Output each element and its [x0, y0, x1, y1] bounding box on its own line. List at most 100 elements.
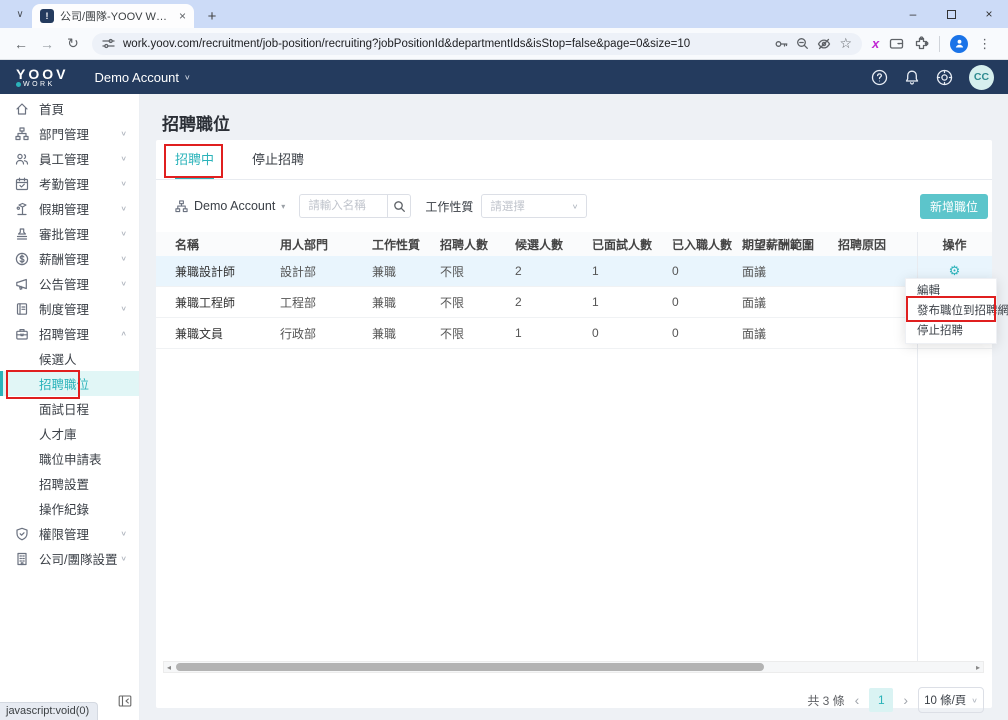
browser-tab[interactable]: ! 公司/團隊-YOOV WORK 企業… ×: [32, 4, 194, 28]
yoov-work-logo[interactable]: YOOV WORK: [16, 67, 68, 88]
cell-interviewed: 1: [592, 264, 672, 278]
sidebar-item-label: 公司/團隊設置: [39, 549, 117, 568]
back-button[interactable]: ←: [8, 36, 34, 52]
reload-button[interactable]: ↻: [60, 35, 86, 52]
sidebar-item-talent-pool[interactable]: 人才庫: [0, 421, 139, 446]
horizontal-scrollbar[interactable]: ◂ ▸: [163, 661, 984, 673]
window-minimize-button[interactable]: –: [894, 0, 932, 28]
pagination: 共 3 條 ‹ 1 › 10 條/頁 ∨: [807, 687, 984, 713]
job-type-label: 工作性質: [425, 198, 473, 215]
sidebar-item-attendance[interactable]: 考勤管理 ∨: [0, 171, 139, 196]
table-row[interactable]: 兼職設計師 設計部 兼職 不限 2 1 0 面議 ⚙: [156, 256, 992, 287]
zoom-out-icon[interactable]: [796, 37, 809, 50]
browser-menu-icon[interactable]: ⋮: [978, 36, 991, 52]
sidebar-item-leave[interactable]: 假期管理 ∨: [0, 196, 139, 221]
col-candidates: 候選人數: [515, 236, 592, 253]
sidebar-item-job-positions[interactable]: 招聘職位: [0, 371, 139, 396]
chevron-down-icon: ∨: [120, 229, 127, 237]
cell-salary: 面議: [742, 294, 838, 311]
sidebar-item-label: 考勤管理: [39, 174, 89, 193]
page-size-select[interactable]: 10 條/頁 ∨: [918, 687, 984, 713]
address-bar[interactable]: work.yoov.com/recruitment/job-position/r…: [92, 33, 862, 55]
table-row[interactable]: 兼職文員 行政部 兼職 不限 1 0 0 面議: [156, 318, 992, 349]
cell-salary: 面議: [742, 325, 838, 342]
sidebar-collapse-icon[interactable]: [118, 694, 132, 713]
scroll-left-icon[interactable]: ◂: [164, 663, 174, 672]
search-button[interactable]: [387, 194, 411, 218]
sidebar-item-label: 人才庫: [39, 424, 77, 443]
sidebar-item-recruitment[interactable]: 招聘管理 ∧: [0, 321, 139, 346]
x-extension-icon[interactable]: x: [872, 36, 879, 51]
wallet-extension-icon[interactable]: [889, 36, 904, 51]
yoov-favicon-icon: !: [40, 9, 54, 23]
menu-item-publish-to-job-sites[interactable]: 發布職位到招聘網站: [906, 301, 996, 321]
page-title: 招聘職位: [162, 110, 230, 135]
prev-page-icon[interactable]: ‹: [855, 692, 860, 708]
department-filter[interactable]: Demo Account ▾: [175, 199, 285, 213]
sidebar-item-home[interactable]: 首頁: [0, 96, 139, 121]
next-page-icon[interactable]: ›: [903, 692, 908, 708]
forward-button[interactable]: →: [34, 36, 60, 52]
tab-recruiting[interactable]: 招聘中: [175, 140, 214, 179]
notifications-bell-icon[interactable]: [904, 69, 920, 86]
site-settings-icon[interactable]: [102, 37, 115, 50]
sidebar-item-recruitment-settings[interactable]: 招聘設置: [0, 471, 139, 496]
sidebar-item-payroll[interactable]: 薪酬管理 ∨: [0, 246, 139, 271]
url-text[interactable]: work.yoov.com/recruitment/job-position/r…: [123, 38, 766, 50]
job-type-select[interactable]: 請選擇 ∨: [481, 194, 587, 218]
sidebar-item-company-settings[interactable]: 公司/團隊設置 ∨: [0, 546, 139, 571]
password-key-icon[interactable]: [774, 37, 788, 51]
sidebar-item-employees[interactable]: 員工管理 ∨: [0, 146, 139, 171]
extensions-puzzle-icon[interactable]: [914, 36, 929, 51]
tab-stopped[interactable]: 停止招聘: [252, 140, 304, 179]
user-avatar[interactable]: CC: [969, 65, 994, 90]
sidebar-item-candidates[interactable]: 候選人: [0, 346, 139, 371]
help-icon[interactable]: [871, 69, 888, 86]
eye-hidden-icon[interactable]: [817, 37, 831, 51]
browser-titlebar: ∨ ! 公司/團隊-YOOV WORK 企業… × + – ×: [0, 0, 1008, 28]
window-maximize-button[interactable]: [932, 0, 970, 28]
tab-close-icon[interactable]: ×: [179, 9, 186, 23]
scrollbar-thumb[interactable]: [176, 663, 764, 671]
table-row[interactable]: 兼職工程師 工程部 兼職 不限 2 1 0 面議: [156, 287, 992, 318]
chevron-down-icon: ∨: [572, 202, 579, 210]
tab-search-chevron-icon[interactable]: ∨: [8, 4, 32, 24]
col-reason: 招聘原因: [838, 236, 917, 253]
cell-salary: 面議: [742, 263, 838, 280]
sidebar-item-departments[interactable]: 部門管理 ∨: [0, 121, 139, 146]
sidebar-item-permissions[interactable]: 權限管理 ∨: [0, 521, 139, 546]
sidebar-item-application-form[interactable]: 職位申請表: [0, 446, 139, 471]
page-number-button[interactable]: 1: [869, 688, 893, 712]
account-switcher[interactable]: Demo Account ∨: [94, 70, 190, 85]
new-tab-button[interactable]: +: [200, 4, 224, 28]
sidebar-item-announcements[interactable]: 公告管理 ∨: [0, 271, 139, 296]
workspace-grid-icon[interactable]: [936, 69, 953, 86]
add-position-button[interactable]: 新增職位: [920, 194, 988, 219]
sidebar-item-approvals[interactable]: 審批管理 ∨: [0, 221, 139, 246]
sidebar-item-label: 假期管理: [39, 199, 89, 218]
chevron-down-icon: ∨: [120, 129, 127, 137]
bookmark-star-icon[interactable]: ☆: [839, 35, 852, 52]
browser-profile-avatar[interactable]: [950, 35, 968, 53]
menu-item-stop-recruiting[interactable]: 停止招聘: [906, 321, 996, 341]
page-size-value: 10 條/頁: [924, 692, 966, 708]
account-name: Demo Account: [94, 70, 179, 85]
row-settings-gear-icon[interactable]: ⚙: [917, 263, 992, 279]
window-close-button[interactable]: ×: [970, 0, 1008, 28]
job-type-placeholder: 請選擇: [490, 198, 525, 214]
menu-item-edit[interactable]: 編輯: [906, 281, 996, 301]
cell-onboarded: 0: [672, 326, 742, 340]
sidebar-item-policies[interactable]: 制度管理 ∨: [0, 296, 139, 321]
scroll-right-icon[interactable]: ▸: [973, 663, 983, 672]
cell-name: 兼職文員: [175, 325, 280, 342]
sidebar-item-label: 招聘管理: [39, 324, 89, 343]
cell-candidates: 1: [515, 326, 592, 340]
cell-job-type: 兼職: [372, 325, 440, 342]
sidebar-item-interview-schedule[interactable]: 面試日程: [0, 396, 139, 421]
toolbar-divider: [939, 36, 940, 52]
cell-candidates: 2: [515, 264, 592, 278]
search-input[interactable]: [299, 194, 387, 218]
chevron-up-icon: ∧: [120, 329, 127, 337]
cell-department: 工程部: [280, 294, 372, 311]
sidebar-item-operation-log[interactable]: 操作紀錄: [0, 496, 139, 521]
